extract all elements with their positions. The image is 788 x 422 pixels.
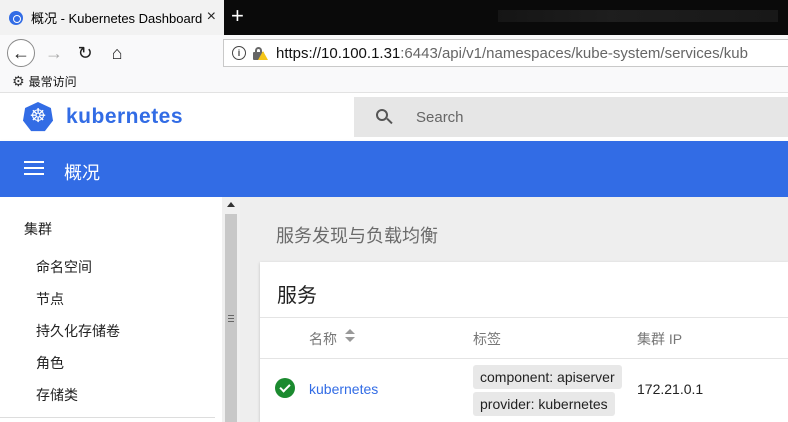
page-toolbar: 概况 [0, 141, 788, 197]
sidebar-group-cluster[interactable]: 集群 [24, 219, 52, 239]
services-card: 服务 名称 标签 集群 IP kubernetes component: api… [260, 262, 788, 422]
url-host: https://10.100.1.31 [276, 44, 401, 62]
back-button[interactable]: ← [7, 39, 35, 67]
search-input[interactable] [416, 108, 716, 126]
forward-button[interactable]: → [40, 39, 68, 67]
arrow-left-icon: ← [12, 42, 30, 63]
label-chip: component: apiserver [473, 365, 622, 389]
tab-title: 概况 - Kubernetes Dashboard [31, 11, 203, 26]
browser-navbar: ← → ↻ ⌂ i https://10.100.1.31:6443/api/v… [0, 35, 788, 70]
search-icon [376, 109, 393, 125]
card-divider [260, 317, 788, 318]
scroll-up-arrow-icon[interactable] [227, 202, 235, 207]
card-title: 服务 [277, 285, 317, 307]
row-divider [260, 358, 788, 359]
status-ok-icon [275, 378, 295, 398]
bookmarks-bar: ⚙ 最常访问 [0, 70, 788, 93]
insecure-lock-icon[interactable] [252, 46, 268, 60]
app-header: kubernetes [0, 93, 788, 141]
grip-icon [228, 314, 234, 322]
browser-tab-strip: 概况 - Kubernetes Dashboard × + [0, 0, 788, 35]
cluster-ip-value: 172.21.0.1 [637, 381, 704, 397]
sidebar-item-nodes[interactable]: 节点 [36, 289, 64, 309]
reload-button[interactable]: ↻ [71, 39, 99, 67]
scrollbar-thumb[interactable] [225, 214, 237, 422]
sort-icon[interactable] [345, 329, 355, 343]
search-bar[interactable] [354, 97, 788, 137]
label-chip: provider: kubernetes [473, 392, 615, 416]
tabstrip-background [498, 10, 778, 22]
sidebar-item-namespaces[interactable]: 命名空间 [36, 257, 92, 277]
sidebar-scrollbar[interactable] [222, 197, 240, 422]
reload-icon: ↻ [77, 42, 93, 63]
brand-name[interactable]: kubernetes [66, 105, 183, 129]
bookmark-most-visited[interactable]: 最常访问 [29, 73, 77, 90]
sidebar-item-roles[interactable]: 角色 [36, 353, 64, 373]
service-name-link[interactable]: kubernetes [309, 381, 378, 397]
tab-close-button[interactable]: × [207, 9, 216, 25]
home-icon: ⌂ [111, 42, 123, 63]
home-button[interactable]: ⌂ [103, 39, 131, 67]
sidebar-divider [0, 417, 215, 418]
arrow-right-icon: → [45, 42, 63, 63]
gear-icon: ⚙ [12, 72, 25, 89]
column-header-name[interactable]: 名称 [309, 329, 337, 349]
url-text[interactable]: https://10.100.1.31:6443/api/v1/namespac… [276, 45, 766, 62]
section-title: 服务发现与负载均衡 [276, 226, 438, 246]
sidebar-item-persistent-volumes[interactable]: 持久化存储卷 [36, 321, 120, 341]
new-tab-button[interactable]: + [231, 3, 244, 29]
browser-tab[interactable]: 概况 - Kubernetes Dashboard × [0, 0, 224, 35]
page-title: 概况 [64, 163, 100, 183]
address-bar[interactable]: i https://10.100.1.31:6443/api/v1/namesp… [223, 39, 788, 67]
sidebar-item-storage-classes[interactable]: 存储类 [36, 385, 78, 405]
kubernetes-logo-icon[interactable] [23, 102, 53, 132]
column-header-labels: 标签 [473, 331, 501, 347]
url-path: :6443/api/v1/namespaces/kube-system/serv… [400, 44, 748, 62]
main-content: 服务发现与负载均衡 服务 名称 标签 集群 IP kubernetes comp… [240, 197, 788, 422]
sidebar: 集群 命名空间 节点 持久化存储卷 角色 存储类 [0, 197, 222, 422]
column-header-cluster-ip: 集群 IP [637, 331, 683, 347]
hamburger-menu-icon[interactable] [24, 161, 44, 175]
kubernetes-favicon-icon [9, 10, 23, 25]
info-icon[interactable]: i [232, 46, 246, 60]
